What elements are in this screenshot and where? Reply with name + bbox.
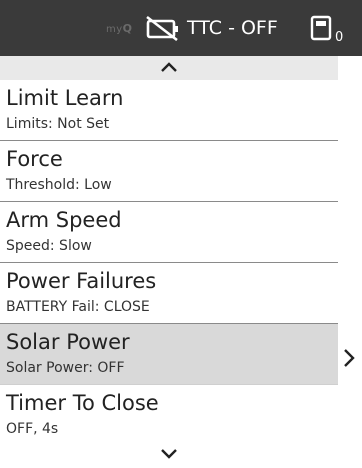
menu-item-subtitle: Threshold: Low: [6, 177, 112, 193]
menu-item-arm-speed[interactable]: Arm Speed Speed: Slow: [0, 202, 338, 263]
screen: myQ TTC - OFF 0 Limit Learn Limits: Not …: [0, 0, 362, 468]
menu-item-force[interactable]: Force Threshold: Low: [0, 141, 338, 202]
device-icon: [310, 15, 332, 41]
menu-item-limit-learn[interactable]: Limit Learn Limits: Not Set: [0, 80, 338, 141]
menu-item-title: Limit Learn: [6, 86, 124, 110]
scroll-down-button[interactable]: [0, 443, 338, 468]
menu-item-subtitle: BATTERY Fail: CLOSE: [6, 299, 150, 315]
myq-logo: myQ: [106, 22, 133, 35]
menu-item-subtitle: Speed: Slow: [6, 238, 92, 254]
myq-logo-prefix: my: [106, 24, 123, 35]
menu-item-title: Solar Power: [6, 330, 130, 354]
settings-menu: Limit Learn Limits: Not Set Force Thresh…: [0, 80, 338, 446]
menu-item-timer-to-close[interactable]: Timer To Close OFF, 4s: [0, 385, 338, 446]
menu-item-subtitle: OFF, 4s: [6, 421, 59, 437]
menu-item-title: Timer To Close: [6, 391, 159, 415]
menu-item-title: Arm Speed: [6, 208, 122, 232]
myq-logo-suffix: Q: [122, 22, 133, 35]
menu-item-power-failures[interactable]: Power Failures BATTERY Fail: CLOSE: [0, 263, 338, 324]
menu-item-solar-power[interactable]: Solar Power Solar Power: OFF: [0, 324, 338, 385]
menu-item-subtitle: Limits: Not Set: [6, 116, 110, 132]
menu-item-subtitle: Solar Power: OFF: [6, 360, 125, 376]
menu-item-title: Power Failures: [6, 269, 157, 293]
chevron-down-icon: [161, 449, 177, 459]
chevron-right-icon[interactable]: [342, 348, 356, 368]
device-count: 0: [335, 30, 344, 45]
status-bar: myQ TTC - OFF 0: [0, 0, 362, 56]
battery-off-icon: [146, 15, 178, 41]
chevron-up-icon: [161, 62, 177, 72]
scroll-up-button[interactable]: [0, 56, 338, 80]
ttc-status: TTC - OFF: [187, 17, 278, 39]
menu-item-title: Force: [6, 147, 63, 171]
